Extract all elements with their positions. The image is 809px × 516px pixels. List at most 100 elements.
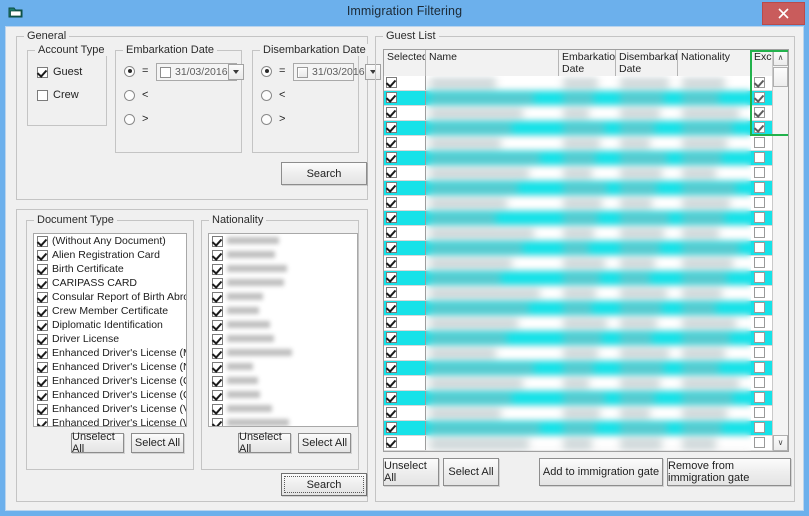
document-type-unselect-all-button[interactable]: Unselect All (71, 431, 124, 455)
document-type-item[interactable]: Enhanced Driver's License (MB) (34, 346, 186, 360)
row-exclude-checkbox[interactable] (754, 377, 765, 388)
row-selected-cell[interactable] (384, 391, 426, 405)
row-selected-cell[interactable] (384, 151, 426, 165)
row-selected-cell[interactable] (384, 361, 426, 375)
document-type-item[interactable]: Diplomatic Identification (34, 318, 186, 332)
disembarkation-date-enable-checkbox[interactable] (297, 66, 308, 78)
row-selected-checkbox[interactable] (386, 287, 397, 298)
remove-from-immigration-gate-button[interactable]: Remove from immigration gate (667, 458, 791, 486)
row-selected-checkbox[interactable] (386, 347, 397, 358)
row-selected-checkbox[interactable] (386, 92, 397, 103)
document-type-item-checkbox[interactable] (37, 375, 48, 387)
row-selected-checkbox[interactable] (386, 197, 397, 208)
row-exclude-checkbox[interactable] (754, 107, 765, 118)
row-exclude-checkbox[interactable] (754, 302, 765, 313)
row-exclude-checkbox[interactable] (754, 92, 765, 103)
row-selected-checkbox[interactable] (386, 317, 397, 328)
row-selected-cell[interactable] (384, 91, 426, 105)
document-type-item[interactable]: Enhanced Driver's License (WA) (34, 416, 186, 426)
row-selected-checkbox[interactable] (386, 137, 397, 148)
guest-list-column-header-disembarkation_date[interactable]: Disembarkation Date (616, 50, 678, 76)
document-type-item-checkbox[interactable] (37, 347, 48, 359)
nationality-item-checkbox[interactable] (212, 347, 223, 359)
row-selected-checkbox[interactable] (386, 167, 397, 178)
document-type-item[interactable]: Consular Report of Birth Abroad (34, 290, 186, 304)
row-selected-cell[interactable] (384, 106, 426, 120)
row-exclude-checkbox[interactable] (754, 257, 765, 268)
row-selected-cell[interactable] (384, 226, 426, 240)
row-selected-cell[interactable] (384, 136, 426, 150)
row-selected-checkbox[interactable] (386, 212, 397, 223)
document-type-item[interactable]: (Without Any Document) (34, 234, 186, 248)
row-selected-cell[interactable] (384, 421, 426, 435)
row-selected-cell[interactable] (384, 331, 426, 345)
row-selected-cell[interactable] (384, 286, 426, 300)
row-exclude-checkbox[interactable] (754, 212, 765, 223)
nationality-listbox[interactable] (208, 233, 358, 427)
row-selected-checkbox[interactable] (386, 332, 397, 343)
row-selected-checkbox[interactable] (386, 302, 397, 313)
embarkation-radio-gt[interactable] (124, 113, 135, 125)
document-type-item-checkbox[interactable] (37, 403, 48, 415)
embarkation-date-picker[interactable]: 31/03/2016 (156, 63, 244, 81)
row-exclude-checkbox[interactable] (754, 287, 765, 298)
nationality-unselect-all-button[interactable]: Unselect All (238, 431, 291, 455)
row-selected-cell[interactable] (384, 436, 426, 450)
disembarkation-radio-gt[interactable] (261, 113, 272, 125)
disembarkation-operator-gt[interactable]: > (261, 113, 285, 125)
crew-checkbox[interactable] (37, 89, 48, 101)
row-exclude-checkbox[interactable] (754, 122, 765, 133)
document-type-item-checkbox[interactable] (37, 417, 48, 426)
row-selected-checkbox[interactable] (386, 242, 397, 253)
row-exclude-checkbox[interactable] (754, 347, 765, 358)
embarkation-operator-eq[interactable]: = (124, 65, 148, 77)
guest-list-column-header-selected[interactable]: Selected (384, 50, 426, 76)
document-type-item-checkbox[interactable] (37, 319, 48, 331)
guest-list-column-header-embarkation_date[interactable]: Embarkation Date (559, 50, 616, 76)
nationality-item[interactable] (209, 276, 357, 290)
nationality-select-all-button[interactable]: Select All (298, 433, 351, 453)
disembarkation-date-picker[interactable]: 31/03/2016 (293, 63, 381, 81)
general-search-button[interactable]: Search (281, 162, 367, 185)
document-type-item[interactable]: Crew Member Certificate (34, 304, 186, 318)
nationality-item-checkbox[interactable] (212, 389, 223, 401)
row-selected-checkbox[interactable] (386, 407, 397, 418)
nationality-item[interactable] (209, 388, 357, 402)
document-type-item[interactable]: Alien Registration Card (34, 248, 186, 262)
nationality-item-checkbox[interactable] (212, 291, 223, 303)
nationality-item-checkbox[interactable] (212, 417, 223, 426)
row-selected-checkbox[interactable] (386, 152, 397, 163)
row-selected-checkbox[interactable] (386, 77, 397, 88)
embarkation-date-dropdown-icon[interactable] (227, 64, 244, 80)
add-to-immigration-gate-button[interactable]: Add to immigration gate (539, 458, 663, 486)
account-type-option-crew[interactable]: Crew (37, 89, 79, 101)
row-selected-cell[interactable] (384, 406, 426, 420)
nationality-item[interactable] (209, 360, 357, 374)
document-type-item-checkbox[interactable] (37, 277, 48, 289)
row-selected-cell[interactable] (384, 301, 426, 315)
document-type-item-checkbox[interactable] (37, 305, 48, 317)
row-selected-checkbox[interactable] (386, 107, 397, 118)
row-exclude-checkbox[interactable] (754, 437, 765, 448)
row-exclude-checkbox[interactable] (754, 317, 765, 328)
nationality-item[interactable] (209, 374, 357, 388)
guest-list-column-header-nationality[interactable]: Nationality (678, 50, 751, 76)
nationality-item-checkbox[interactable] (212, 375, 223, 387)
row-selected-cell[interactable] (384, 196, 426, 210)
nationality-item[interactable] (209, 416, 357, 426)
document-type-listbox[interactable]: (Without Any Document) Alien Registration… (33, 233, 187, 427)
row-selected-cell[interactable] (384, 241, 426, 255)
row-selected-cell[interactable] (384, 376, 426, 390)
document-type-item[interactable]: Enhanced Driver's License (VT) (34, 402, 186, 416)
document-type-item-checkbox[interactable] (37, 389, 48, 401)
embarkation-operator-gt[interactable]: > (124, 113, 148, 125)
row-selected-cell[interactable] (384, 121, 426, 135)
disembarkation-radio-lt[interactable] (261, 89, 272, 101)
document-type-item[interactable]: Enhanced Driver's License (QC) (34, 388, 186, 402)
guest-list-scrollbar[interactable]: ∧ ∨ (772, 50, 788, 451)
row-exclude-checkbox[interactable] (754, 197, 765, 208)
guest-list-body[interactable] (384, 76, 788, 451)
nationality-item-checkbox[interactable] (212, 249, 223, 261)
nationality-item-checkbox[interactable] (212, 333, 223, 345)
embarkation-radio-lt[interactable] (124, 89, 135, 101)
